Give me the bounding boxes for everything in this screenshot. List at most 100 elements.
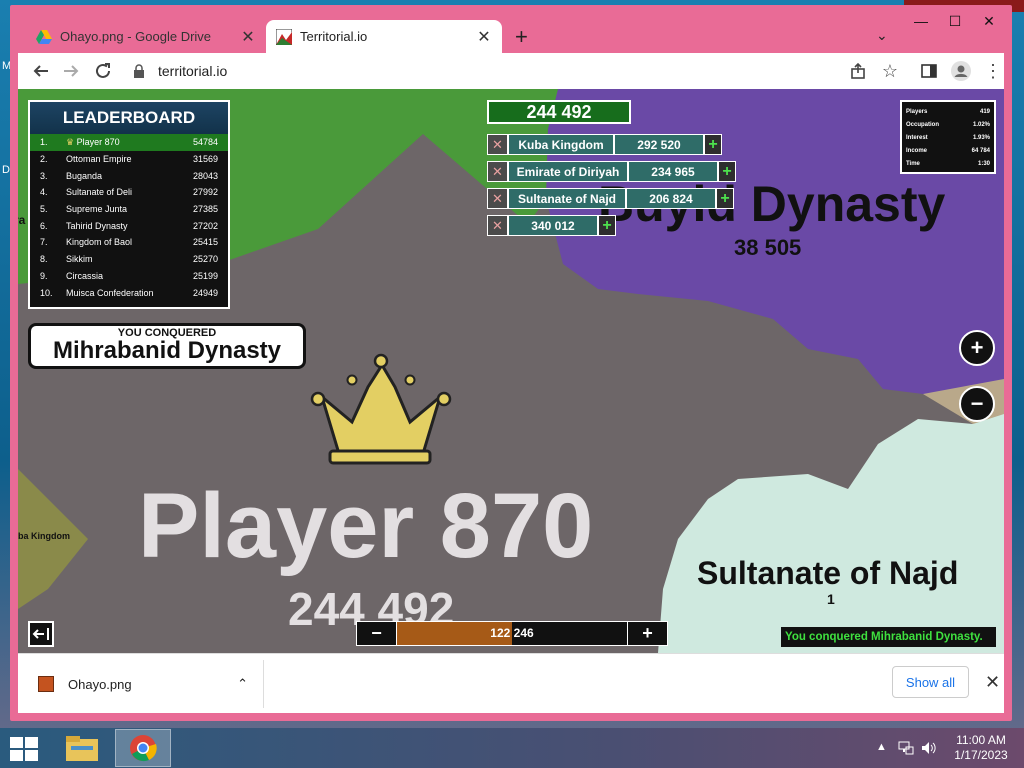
stat-label: Income — [906, 147, 928, 154]
stat-label: Interest — [906, 134, 928, 141]
tab-title: Territorial.io — [300, 29, 368, 44]
leaderboard-name: Buganda — [66, 170, 103, 181]
attack-row: ✕ Kuba Kingdom 292 520 + — [487, 134, 722, 155]
troop-slider[interactable]: − 122 246 + — [356, 621, 668, 646]
download-filename: Ohayo.png — [68, 676, 132, 692]
side-panel-icon[interactable] — [918, 60, 940, 82]
leaderboard-title: LEADERBOARD — [30, 102, 228, 134]
leaderboard-rank: 2. — [40, 154, 48, 165]
add-attack-button[interactable]: + — [716, 188, 734, 209]
cancel-attack-button[interactable]: ✕ — [487, 134, 508, 155]
attack-target: Sultanate of Najd — [508, 188, 626, 209]
leaderboard-row: 8. Sikkim 25270 — [30, 251, 228, 268]
bookmark-star-icon[interactable]: ☆ — [879, 60, 901, 82]
leaderboard-score: 24949 — [192, 287, 218, 298]
network-icon[interactable] — [898, 741, 914, 755]
leaderboard-name: ♛ Player 870 — [66, 137, 188, 148]
windows-start-icon[interactable] — [9, 736, 39, 762]
game-message: You conquered Mihrabanid Dynasty. — [781, 627, 996, 647]
stat-row: Players 419 — [906, 105, 990, 118]
leaderboard-row: 4. Sultanate of Deli 27992 — [30, 184, 228, 201]
download-item[interactable]: Ohayo.png ⌃ — [38, 672, 248, 696]
leaderboard-name: Circassia — [66, 270, 104, 281]
tab-territorial[interactable]: Territorial.io ✕ — [266, 20, 502, 53]
forward-icon[interactable] — [60, 60, 82, 82]
file-explorer-icon[interactable] — [54, 729, 110, 767]
leaderboard-rank: 3. — [40, 170, 48, 181]
menu-kebab-icon[interactable]: ⋮ — [982, 60, 1004, 82]
stat-label: Occupation — [906, 121, 940, 128]
stat-label: Players — [906, 108, 928, 115]
leaderboard-row: 9. Circassia 25199 — [30, 268, 228, 285]
leaderboard-rank: 10. — [40, 287, 53, 298]
leaderboard-name: Ottoman Empire — [66, 154, 132, 165]
zoom-in-button[interactable]: + — [959, 330, 995, 366]
tab-close-icon[interactable]: ✕ — [476, 27, 492, 47]
system-clock[interactable]: 11:00 AM 1/17/2023 — [946, 733, 1016, 763]
attack-row: ✕ 340 012 + — [487, 215, 616, 236]
leaderboard-score: 25270 — [192, 254, 218, 265]
chrome-icon[interactable] — [115, 729, 171, 767]
game-viewport[interactable]: ra ba Kingdom Buyid Dynasty 38 505 Sulta… — [18, 89, 1004, 653]
browser-window: Ohayo.png - Google Drive ✕ Territorial.i… — [10, 5, 1012, 721]
reload-icon[interactable] — [92, 60, 114, 82]
map-label-buyid-value: 38 505 — [734, 235, 802, 260]
leaderboard-rank: 4. — [40, 187, 48, 198]
chevron-up-icon[interactable]: ⌃ — [237, 676, 248, 692]
map-label-player: Player 870 — [138, 475, 594, 577]
maximize-button[interactable]: ☐ — [938, 9, 972, 33]
leaderboard-name: Kingdom of Baol — [66, 237, 133, 248]
exit-icon[interactable] — [28, 621, 54, 647]
tab-search-icon[interactable]: ⌄ — [876, 27, 888, 44]
leaderboard-rank: 9. — [40, 270, 48, 281]
attack-troops: 206 824 — [626, 188, 716, 209]
tab-title: Ohayo.png - Google Drive — [60, 29, 212, 44]
lock-icon — [134, 64, 144, 78]
add-attack-button[interactable]: + — [718, 161, 736, 182]
leaderboard-score: 25199 — [192, 270, 218, 281]
leaderboard-row: 1. ♛ Player 870 54784 — [30, 134, 228, 151]
browser-toolbar: territorial.io ☆ ⋮ — [18, 53, 1004, 89]
minimize-button[interactable]: — — [904, 9, 938, 33]
leaderboard-score: 54784 — [192, 137, 218, 148]
address-bar[interactable]: territorial.io — [130, 57, 850, 85]
leaderboard-name: Supreme Junta — [66, 204, 128, 215]
map-label-najd: Sultanate of Najd — [697, 555, 959, 591]
close-window-button[interactable]: ✕ — [972, 9, 1006, 33]
back-icon[interactable] — [30, 60, 52, 82]
profile-icon[interactable] — [950, 60, 972, 82]
add-attack-button[interactable]: + — [598, 215, 616, 236]
leaderboard-row: 7. Kingdom of Baol 25415 — [30, 234, 228, 251]
divider — [263, 660, 264, 708]
leaderboard-score: 31569 — [192, 154, 218, 165]
clock-time: 11:00 AM — [956, 733, 1006, 747]
leaderboard-name: Sultanate of Deli — [66, 187, 133, 198]
cancel-attack-button[interactable]: ✕ — [487, 161, 508, 182]
close-downloads-icon[interactable]: ✕ — [985, 672, 1000, 693]
zoom-out-button[interactable]: − — [959, 386, 995, 422]
tab-close-icon[interactable]: ✕ — [240, 27, 256, 47]
stat-row: Occupation 1.02% — [906, 118, 990, 131]
small-crown-icon: ♛ — [66, 136, 75, 147]
attack-target: Emirate of Diriyah — [508, 161, 628, 182]
cancel-attack-button[interactable]: ✕ — [487, 215, 508, 236]
new-tab-button[interactable]: + — [515, 24, 528, 50]
tab-google-drive[interactable]: Ohayo.png - Google Drive ✕ — [26, 20, 266, 53]
volume-icon[interactable] — [921, 741, 937, 755]
slider-increase-button[interactable]: + — [628, 622, 667, 645]
stat-value: 1:30 — [977, 160, 990, 167]
slider-track[interactable]: 122 246 — [396, 622, 628, 645]
share-icon[interactable] — [847, 60, 869, 82]
leaderboard-row: 6. Tahirid Dynasty 27202 — [30, 217, 228, 234]
leaderboard-rank: 6. — [40, 220, 48, 231]
leaderboard-name: Sikkim — [66, 254, 93, 265]
cancel-attack-button[interactable]: ✕ — [487, 188, 508, 209]
desktop-label-2: D — [2, 164, 10, 176]
slider-decrease-button[interactable]: − — [357, 622, 396, 645]
attack-troops: 340 012 — [508, 215, 598, 236]
leaderboard-score: 27202 — [192, 220, 218, 231]
show-all-button[interactable]: Show all — [892, 666, 969, 698]
add-attack-button[interactable]: + — [704, 134, 722, 155]
tray-arrow-icon[interactable]: ▲ — [876, 741, 887, 753]
attack-row: ✕ Sultanate of Najd 206 824 + — [487, 188, 734, 209]
